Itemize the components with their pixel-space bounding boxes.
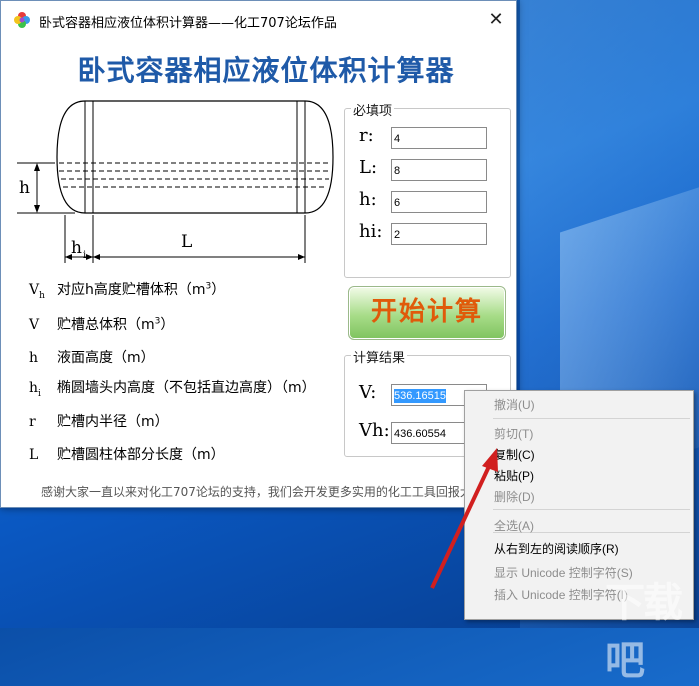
red-pointer-arrow bbox=[430, 448, 498, 589]
watermark-logo: 下载吧 bbox=[605, 580, 683, 684]
